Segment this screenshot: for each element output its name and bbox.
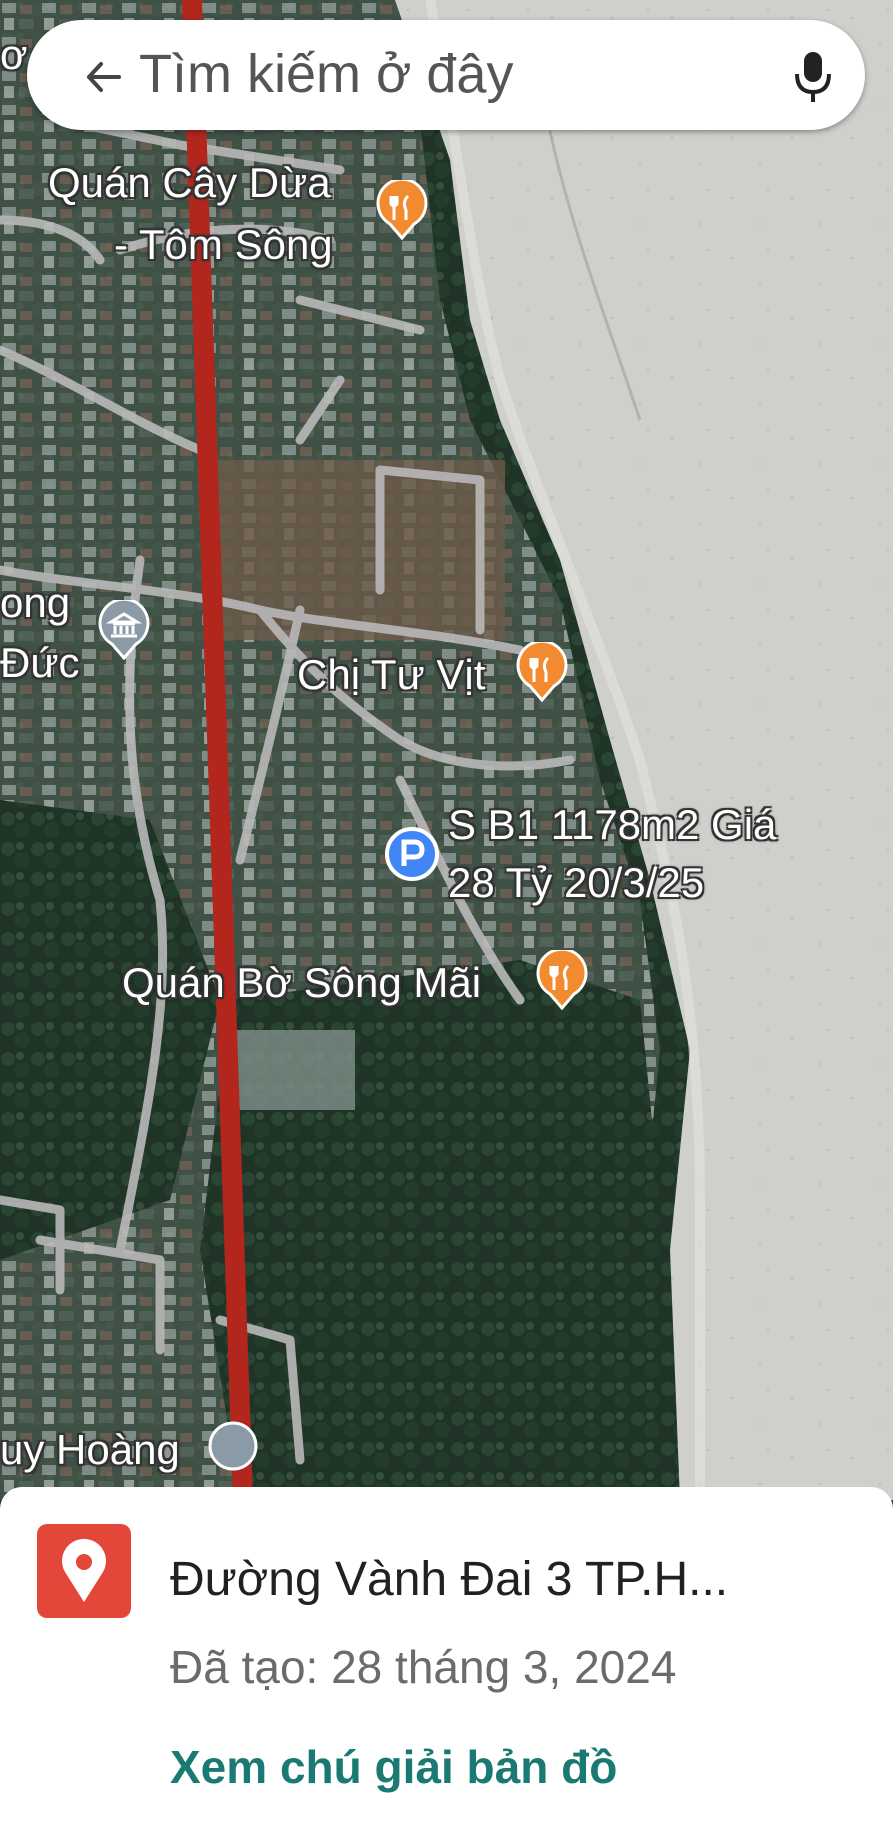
location-pin-icon (62, 1538, 106, 1602)
search-bar[interactable] (27, 20, 865, 130)
view-map-legend-link[interactable]: Xem chú giải bản đồ (170, 1740, 617, 1794)
map-label-top-left: ơ (0, 31, 28, 78)
place-icon (37, 1524, 131, 1618)
map-label-tom-song[interactable]: - Tôm Sông (114, 220, 333, 270)
restaurant-pin-icon[interactable] (516, 642, 568, 702)
parking-pin-icon[interactable] (384, 826, 440, 882)
place-created-date: Đã tạo: 28 tháng 3, 2024 (170, 1641, 677, 1693)
restaurant-pin-icon[interactable] (376, 180, 428, 240)
map-label-huy-hoang[interactable]: uy Hoàng (0, 1425, 180, 1475)
place-title: Đường Vành Đai 3 TP.H... (170, 1553, 729, 1606)
back-arrow-icon[interactable] (79, 52, 129, 102)
map-label-duc: Đức (0, 639, 80, 686)
map-label-chi-tu-vit[interactable]: Chị Tư Vịt (297, 650, 485, 700)
restaurant-pin-icon[interactable] (536, 950, 588, 1010)
microphone-icon[interactable] (789, 48, 837, 106)
landmark-pin-icon[interactable] (98, 600, 150, 660)
map-label-long: ong (0, 579, 71, 626)
search-input[interactable] (139, 42, 699, 106)
map-label-quan-bo-song-mai[interactable]: Quán Bờ Sông Mãi (122, 958, 481, 1008)
map-label-lot-line1[interactable]: S B1 1178m2 Giá (448, 800, 776, 850)
landmark-pin-icon[interactable] (207, 1420, 259, 1480)
map-label-quan-cay-dua[interactable]: Quán Cây Dừa (48, 158, 331, 208)
map-label-lot-line2[interactable]: 28 Tỷ 20/3/25 (448, 858, 704, 908)
satellite-map[interactable]: ơ Quán Cây Dừa - Tôm Sông ong Đức Chị Tư… (0, 0, 893, 1500)
